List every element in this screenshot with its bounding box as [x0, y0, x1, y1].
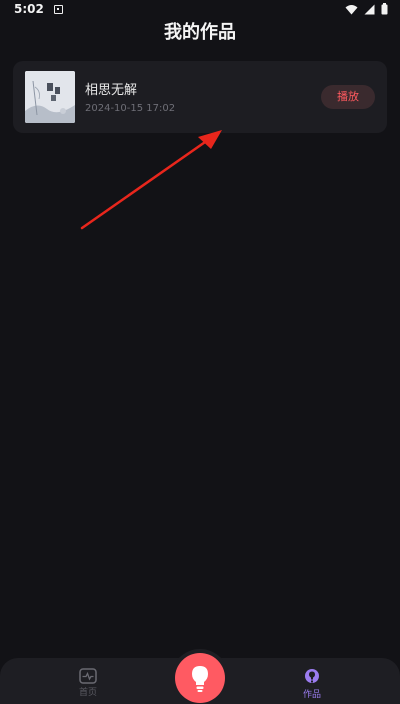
app-screen: 5:02 我的作品 相思无解 2024-10-15 17:02 播放 首页 作品 [0, 0, 400, 704]
work-datetime: 2024-10-15 17:02 [85, 103, 176, 114]
status-bar: 5:02 [0, 0, 400, 18]
work-cover-image [25, 71, 75, 123]
nav-item-works[interactable]: 作品 [287, 668, 337, 700]
wifi-icon [345, 4, 358, 14]
lightbulb-icon [192, 666, 208, 692]
bulb-badge-icon [305, 669, 319, 683]
nav-item-home[interactable]: 首页 [63, 668, 113, 698]
nav-label-works: 作品 [302, 690, 321, 700]
notification-app-icon [53, 4, 63, 14]
pulse-icon [79, 668, 97, 684]
nav-label-home: 首页 [78, 688, 97, 698]
signal-icon [364, 4, 375, 14]
center-create-button[interactable] [175, 653, 225, 703]
status-right [345, 3, 388, 15]
status-left: 5:02 [14, 2, 63, 16]
cover-art [25, 71, 75, 123]
work-card[interactable]: 相思无解 2024-10-15 17:02 播放 [13, 61, 387, 133]
page-title: 我的作品 [164, 22, 236, 43]
status-time: 5:02 [14, 2, 44, 16]
play-button[interactable]: 播放 [321, 85, 375, 109]
work-title: 相思无解 [85, 83, 138, 98]
battery-icon [381, 3, 388, 15]
